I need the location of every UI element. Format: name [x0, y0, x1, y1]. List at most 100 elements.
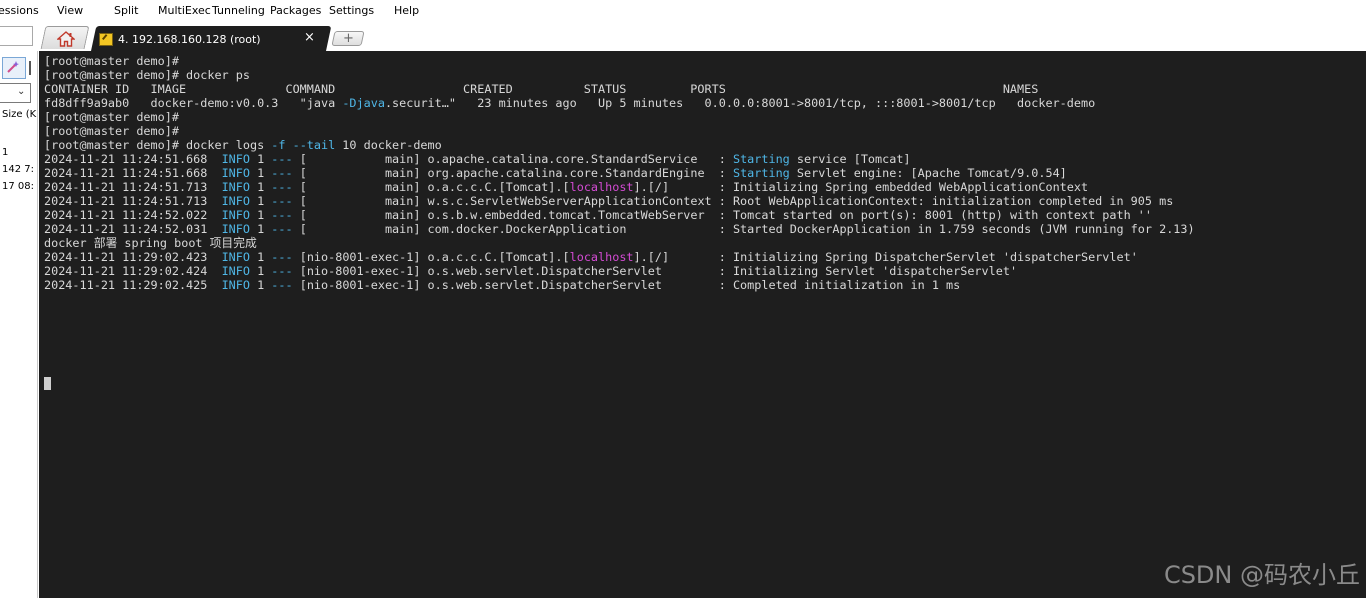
- terminal-text-segment: [ main] org.apache.catalina.core.Standar…: [292, 166, 733, 180]
- terminal-text-segment: ---: [271, 194, 293, 208]
- plus-icon: +: [343, 31, 354, 46]
- terminal-line: [root@master demo]#: [44, 110, 1195, 124]
- terminal-text-segment: ---: [271, 166, 293, 180]
- home-icon: [57, 31, 75, 47]
- terminal-text-segment: [nio-8001-exec-1] o.a.c.c.C.[Tomcat].[: [292, 250, 570, 264]
- terminal-text-segment: INFO: [221, 166, 250, 180]
- terminal-text-segment: ---: [271, 152, 293, 166]
- menu-settings[interactable]: Settings: [329, 4, 374, 17]
- terminal-text-segment: service [Tomcat]: [789, 152, 911, 166]
- tab-session-label: 4. 192.168.160.128 (root): [118, 33, 261, 46]
- toolbar-separator: [29, 61, 31, 75]
- terminal-text-segment: ---: [271, 180, 293, 194]
- terminal-text-segment: [ main] com.docker.DockerApplication : S…: [292, 222, 1195, 236]
- terminal-text-segment: 1: [249, 152, 272, 166]
- terminal-text-segment: ---: [271, 250, 293, 264]
- terminal-text-segment: 1: [249, 166, 272, 180]
- terminal-text-segment: 2024-11-21 11:29:02.425: [44, 278, 222, 292]
- path-select[interactable]: [0, 83, 31, 103]
- terminal-text-segment: [root@master demo]# docker logs: [44, 138, 272, 152]
- terminal-text-segment: 2024-11-21 11:29:02.423: [44, 250, 222, 264]
- terminal-text-segment: [root@master demo]#: [44, 54, 179, 68]
- terminal-text-segment: Starting: [732, 166, 790, 180]
- terminal-line: fd8dff9a9ab0 docker-demo:v0.0.3 "java -D…: [44, 96, 1195, 110]
- terminal-line: 2024-11-21 11:29:02.424 INFO 1 --- [nio-…: [44, 264, 1195, 278]
- terminal-text-segment: [nio-8001-exec-1] o.s.web.servlet.Dispat…: [292, 278, 961, 292]
- terminal-text-segment: 1: [249, 222, 272, 236]
- terminal-text-segment: INFO: [221, 278, 250, 292]
- terminal-line: CONTAINER ID IMAGE COMMAND CREATED STATU…: [44, 82, 1195, 96]
- quick-connect-input[interactable]: [0, 26, 33, 46]
- terminal-text-segment: fd8dff9a9ab0 docker-demo:v0.0.3 "java: [44, 96, 343, 110]
- terminal-text-segment: localhost: [569, 180, 634, 194]
- terminal-text-segment: [nio-8001-exec-1] o.s.web.servlet.Dispat…: [292, 264, 1018, 278]
- terminal-line: docker 部署 spring boot 项目完成: [44, 236, 1195, 250]
- tab-bar: 4. 192.168.160.128 (root) × +: [0, 24, 1366, 51]
- terminal-text-segment: INFO: [221, 180, 250, 194]
- terminal-text-segment: 2024-11-21 11:24:51.668: [44, 152, 222, 166]
- magic-wand-icon: [7, 61, 19, 73]
- terminal-text-segment: INFO: [221, 222, 250, 236]
- terminal-text-segment: INFO: [221, 264, 250, 278]
- menu-view[interactable]: View: [57, 4, 83, 17]
- sftp-side-panel: ⌄ Size (K 1 142 7: 17 08:: [0, 51, 38, 598]
- terminal-text-segment: .securit…" 23 minutes ago Up 5 minutes 0…: [384, 96, 1096, 110]
- terminal-text-segment: ---: [271, 278, 293, 292]
- menu-sessions[interactable]: essions: [0, 4, 39, 17]
- terminal-line: 2024-11-21 11:24:51.713 INFO 1 --- [ mai…: [44, 180, 1195, 194]
- terminal-text-segment: ].[/] : Initializing Spring DispatcherSe…: [633, 250, 1138, 264]
- terminal-line: [root@master demo]#: [44, 54, 1195, 68]
- terminal-text-segment: [root@master demo]# docker ps: [44, 68, 250, 82]
- terminal-text-segment: -Djava: [342, 96, 385, 110]
- terminal-text-segment: INFO: [221, 152, 250, 166]
- file-row-1: 1: [2, 147, 9, 158]
- terminal-output: [root@master demo]# [root@master demo]# d…: [44, 54, 1195, 292]
- terminal-line: 2024-11-21 11:24:52.022 INFO 1 --- [ mai…: [44, 208, 1195, 222]
- terminal-line: [root@master demo]#: [44, 124, 1195, 138]
- watermark: CSDN @码农小丘: [1163, 561, 1360, 589]
- menu-split[interactable]: Split: [114, 4, 138, 17]
- terminal-text-segment: 2024-11-21 11:24:52.031: [44, 222, 222, 236]
- terminal-text-segment: [ main] o.apache.catalina.core.StandardS…: [292, 152, 733, 166]
- terminal-text-segment: docker 部署 spring boot 项目完成: [44, 236, 257, 250]
- terminal-line: 2024-11-21 11:29:02.423 INFO 1 --- [nio-…: [44, 250, 1195, 264]
- terminal-text-segment: INFO: [221, 208, 250, 222]
- file-row-3: 17 08:: [2, 181, 34, 192]
- terminal-line: 2024-11-21 11:24:52.031 INFO 1 --- [ mai…: [44, 222, 1195, 236]
- chevron-down-icon: ⌄: [17, 86, 26, 97]
- terminal-text-segment: Servlet engine: [Apache Tomcat/9.0.54]: [789, 166, 1067, 180]
- terminal-text-segment: localhost: [569, 250, 634, 264]
- terminal-text-segment: 1: [249, 180, 272, 194]
- terminal-line: [root@master demo]# docker ps: [44, 68, 1195, 82]
- terminal-text-segment: Starting: [732, 152, 790, 166]
- terminal-text-segment: [root@master demo]#: [44, 124, 179, 138]
- terminal-line: 2024-11-21 11:24:51.713 INFO 1 --- [ mai…: [44, 194, 1195, 208]
- terminal-text-segment: [ main] o.a.c.c.C.[Tomcat].[: [292, 180, 570, 194]
- file-row-2: 142 7:: [2, 164, 34, 175]
- terminal-text-segment: ].[/] : Initializing Spring embedded Web…: [633, 180, 1089, 194]
- terminal[interactable]: [root@master demo]# [root@master demo]# d…: [39, 51, 1366, 598]
- wrench-icon: [99, 33, 113, 46]
- column-header-size: Size (K: [2, 109, 37, 120]
- terminal-line: 2024-11-21 11:24:51.668 INFO 1 --- [ mai…: [44, 152, 1195, 166]
- app-window: essions View Split MultiExec Tunneling P…: [0, 0, 1366, 598]
- menu-packages[interactable]: Packages: [270, 4, 321, 17]
- menu-tunneling[interactable]: Tunneling: [212, 4, 265, 17]
- terminal-text-segment: [root@master demo]#: [44, 110, 179, 124]
- terminal-line: 2024-11-21 11:24:51.668 INFO 1 --- [ mai…: [44, 166, 1195, 180]
- terminal-text-segment: 1: [249, 250, 272, 264]
- terminal-text-segment: 2024-11-21 11:24:51.668: [44, 166, 222, 180]
- menu-help[interactable]: Help: [394, 4, 419, 17]
- menu-multiexec[interactable]: MultiExec: [158, 4, 211, 17]
- terminal-text-segment: 1: [249, 208, 272, 222]
- menu-bar: essions View Split MultiExec Tunneling P…: [0, 0, 1366, 24]
- terminal-text-segment: ---: [271, 208, 293, 222]
- terminal-text-segment: 1: [249, 194, 272, 208]
- terminal-text-segment: ---: [271, 222, 293, 236]
- terminal-text-segment: -f --tail: [271, 138, 336, 152]
- close-icon[interactable]: ×: [304, 30, 315, 45]
- terminal-text-segment: ---: [271, 264, 293, 278]
- terminal-text-segment: INFO: [221, 194, 250, 208]
- terminal-text-segment: 10 docker-demo: [335, 138, 442, 152]
- terminal-line: [root@master demo]# docker logs -f --tai…: [44, 138, 1195, 152]
